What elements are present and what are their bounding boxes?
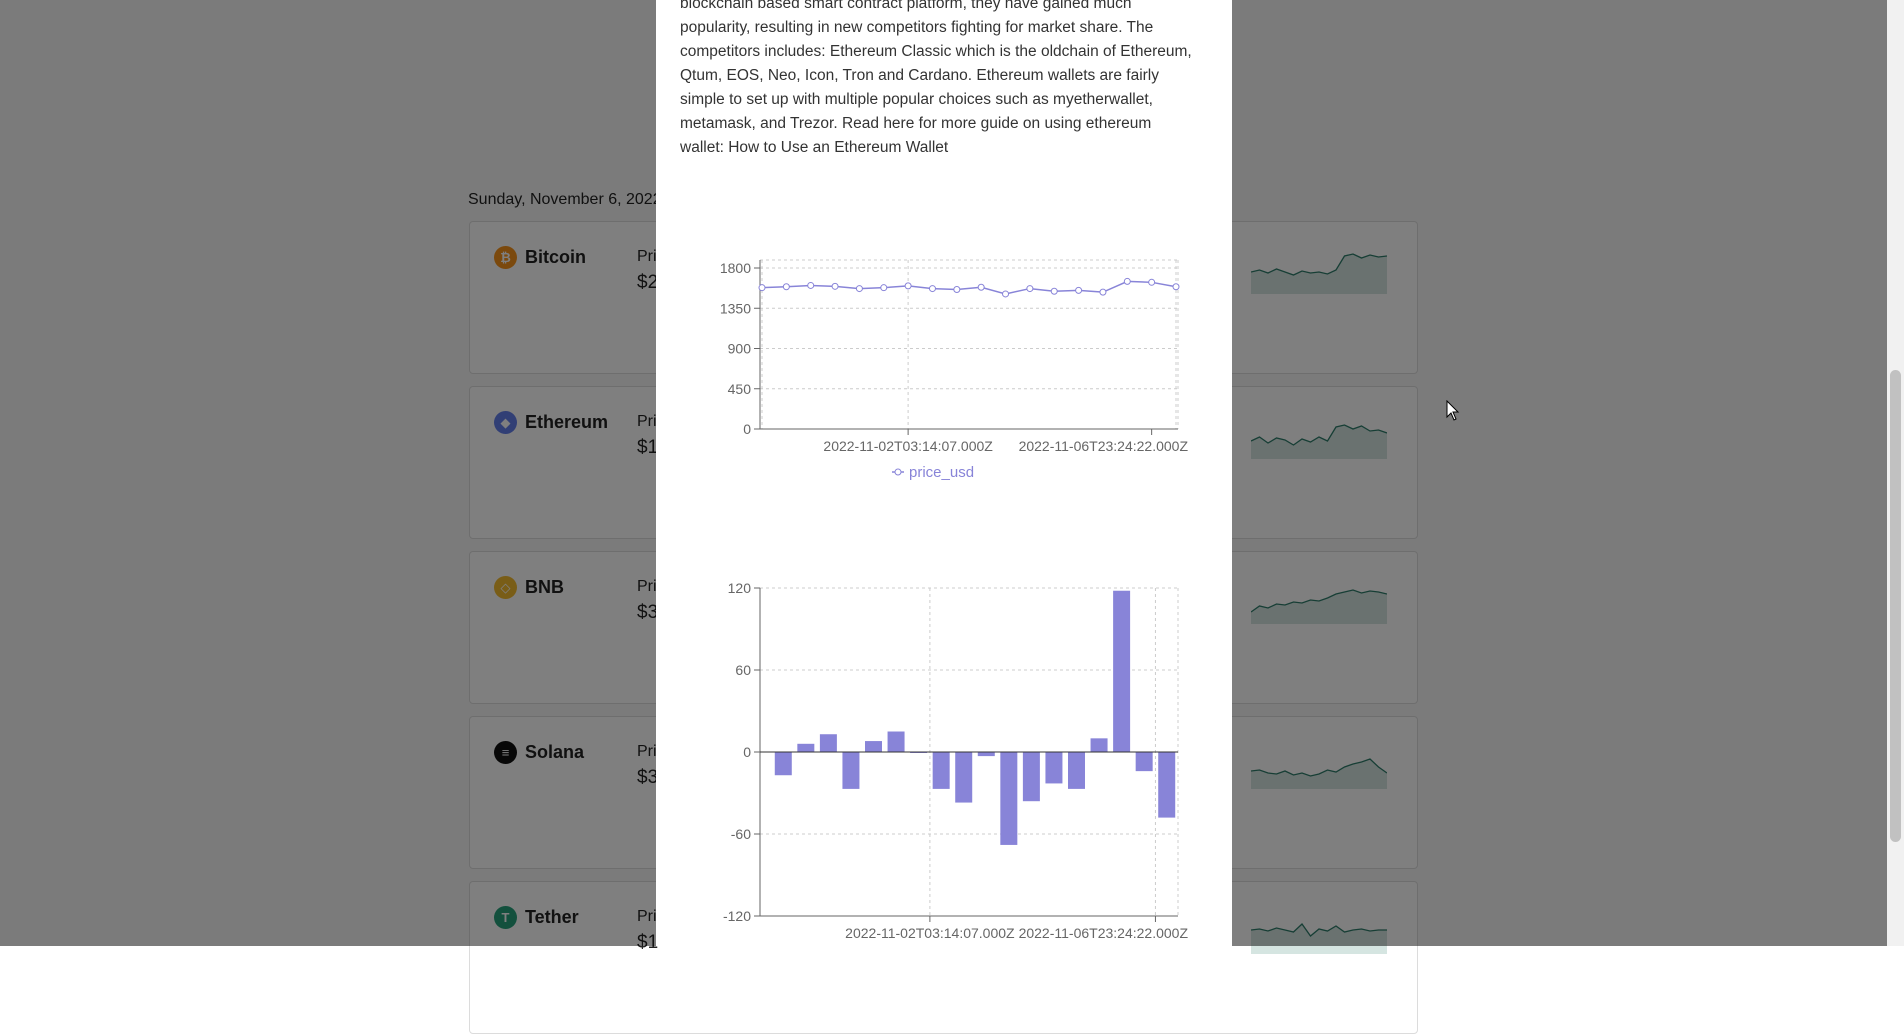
data-point (831, 282, 839, 290)
data-point (1148, 278, 1156, 286)
bar (1113, 590, 1131, 752)
bar (1068, 752, 1085, 789)
bar (1090, 738, 1108, 752)
y-tick-label: 60 (735, 662, 751, 678)
y-tick-label: -60 (731, 826, 751, 842)
x-tick-label: 2022-11-02T03:14:07.000Z (845, 925, 1015, 941)
bar (1000, 752, 1018, 845)
y-tick-label: 0 (743, 744, 751, 760)
bar (819, 734, 837, 752)
description-line: simple to set up with multiple popular c… (680, 91, 1153, 108)
data-point (977, 283, 985, 291)
bar (887, 731, 905, 752)
bar (1045, 752, 1063, 784)
data-point (1099, 288, 1107, 296)
y-tick-label: 900 (728, 341, 752, 357)
bar (955, 752, 973, 803)
data-point (1123, 277, 1131, 285)
x-tick-label: 2022-11-06T23:24:22.000Z (1019, 925, 1189, 941)
y-tick-label: 1800 (720, 260, 751, 276)
description-line: Qtum, EOS, Neo, Icon, Tron and Cardano. … (680, 67, 1159, 84)
data-point (855, 285, 863, 293)
y-tick-label: 450 (728, 381, 752, 397)
scrollbar-thumb[interactable] (1890, 370, 1901, 842)
data-point (1075, 286, 1083, 294)
description-line: wallet: How to Use an Ethereum Wallet (680, 139, 949, 156)
data-point (1172, 283, 1180, 291)
mouse-cursor-icon (1446, 400, 1460, 421)
x-tick-label: 2022-11-06T23:24:22.000Z (1019, 438, 1189, 454)
data-point (880, 284, 888, 292)
bar (797, 743, 815, 752)
y-tick-label: 1350 (720, 300, 751, 316)
data-point (953, 285, 961, 293)
scrollbar[interactable] (1887, 0, 1904, 946)
legend-marker-icon (894, 468, 902, 476)
series-line (761, 280, 1177, 295)
legend-label: price_usd (909, 464, 974, 481)
bar (932, 752, 950, 789)
coin-detail-modal: blockchain based smart contract platform… (656, 0, 1232, 946)
price-change-bar-chart: -120 -60 0 60 120 2022-11-02T03:14:07.000Z 202… (723, 580, 1189, 941)
bar (1135, 752, 1153, 772)
description-line: metamask, and Trezor. Read here for more… (680, 115, 1152, 132)
y-tick-label: -120 (723, 908, 751, 924)
price-line-chart: 0 450 900 1350 1800 2022-11-02T03:14:07.000Z 2… (720, 259, 1189, 481)
x-tick-label: 2022-11-02T03:14:07.000Z (823, 438, 993, 454)
bar (842, 752, 860, 789)
data-point (904, 282, 912, 290)
y-tick-label: 120 (728, 580, 752, 596)
description-line: blockchain based smart contract platform… (680, 0, 1132, 12)
bar (1158, 752, 1176, 818)
bar (774, 752, 792, 776)
bar (865, 741, 882, 752)
data-point (1002, 290, 1010, 298)
data-point (807, 281, 815, 289)
data-point (1050, 287, 1058, 295)
bar (977, 752, 995, 757)
bar (1022, 752, 1040, 802)
data-point (1026, 285, 1034, 293)
data-point (928, 285, 936, 293)
y-tick-label: 0 (743, 421, 751, 437)
description-line: popularity, resulting in new competitors… (680, 19, 1154, 36)
data-point (782, 283, 790, 291)
description-line: competitors includes: Ethereum Classic w… (680, 43, 1192, 60)
coin-description: blockchain based smart contract platform… (680, 0, 1210, 160)
data-point (758, 284, 766, 292)
